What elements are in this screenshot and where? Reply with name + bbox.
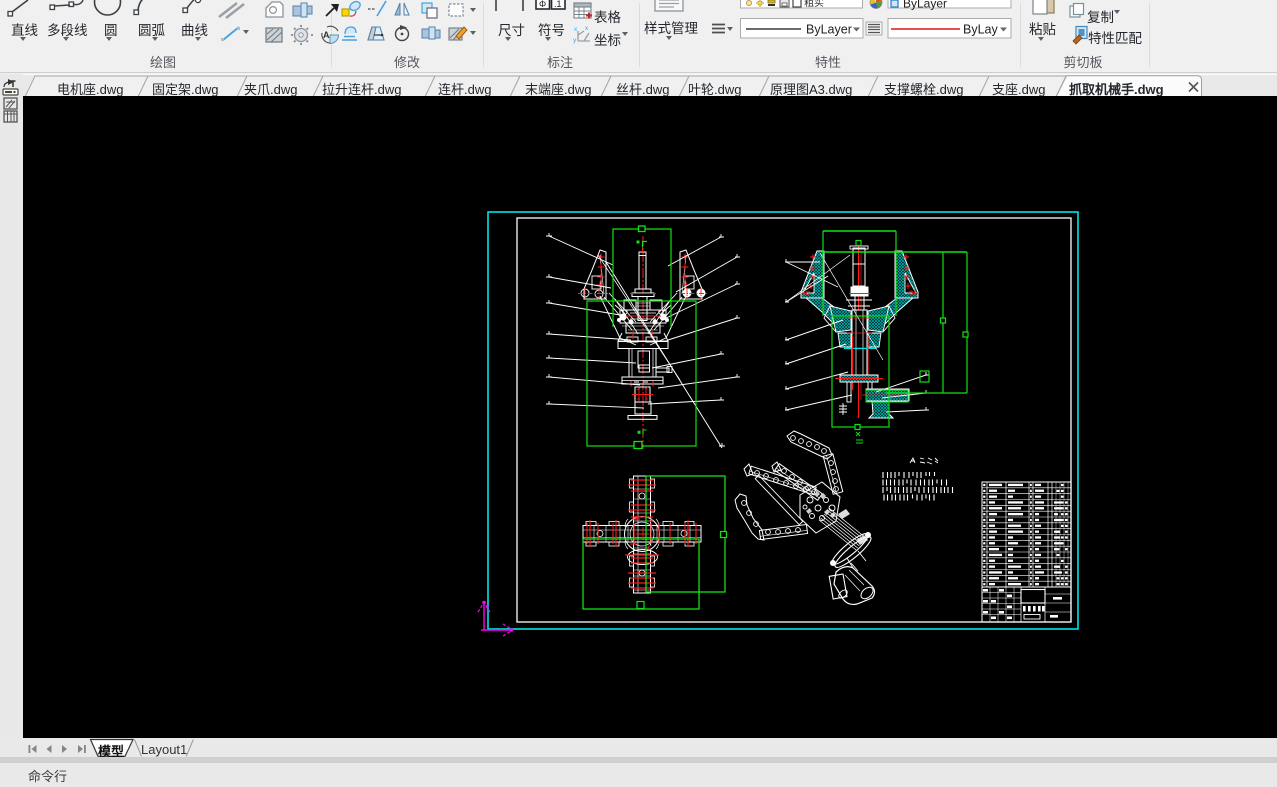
svg-text:ByLay: ByLay — [963, 23, 998, 37]
svg-text:ByLayer: ByLayer — [806, 23, 852, 37]
svg-text:y: y — [573, 37, 577, 44]
svg-text:x: x — [585, 25, 589, 32]
svg-text:A: A — [323, 30, 330, 40]
svg-text:.1: .1 — [554, 0, 562, 9]
svg-text:Φ: Φ — [539, 0, 546, 9]
svg-text:粗实: 粗实 — [804, 0, 824, 9]
svg-text:ByLayer: ByLayer — [903, 0, 947, 11]
